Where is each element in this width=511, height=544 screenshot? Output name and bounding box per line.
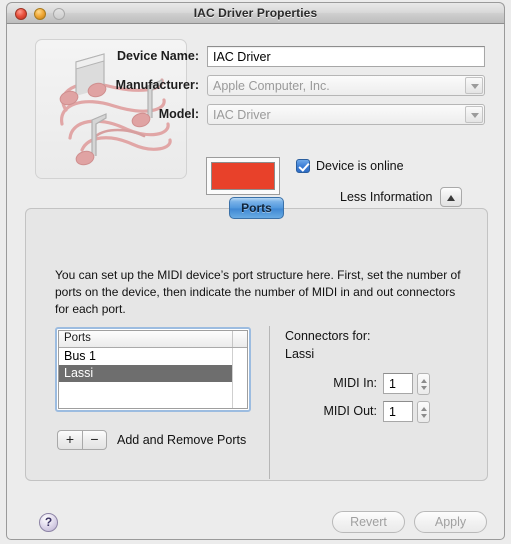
list-scroll-column[interactable] — [232, 348, 247, 408]
connectors-port-name: Lassi — [285, 347, 315, 361]
triangle-up-icon[interactable] — [440, 187, 463, 207]
ports-list[interactable]: Ports Bus 1 Lassi — [55, 327, 251, 412]
midi-in-label: MIDI In: — [333, 376, 377, 390]
chevron-down-icon — [465, 106, 483, 123]
midi-in-input[interactable]: 1 — [383, 373, 413, 394]
model-popup[interactable]: IAC Driver — [207, 104, 485, 125]
revert-button[interactable]: Revert — [332, 511, 405, 533]
model-label-box: Model: — [89, 104, 199, 126]
add-remove-ports-control[interactable]: + − — [57, 430, 107, 450]
ports-column-header: Ports — [64, 332, 91, 344]
midi-in-label-box: MIDI In: — [285, 373, 377, 395]
ports-help-text: You can set up the MIDI device’s port st… — [55, 268, 461, 316]
midi-out-label-box: MIDI Out: — [285, 401, 377, 423]
midi-out-input[interactable]: 1 — [383, 401, 413, 422]
manufacturer-value: Apple Computer, Inc. — [213, 79, 330, 93]
add-remove-ports-label: Add and Remove Ports — [117, 433, 247, 447]
add-port-button[interactable]: + — [57, 430, 82, 450]
iac-driver-properties-window: IAC Driver Properties Device Name: IAC D… — [0, 0, 511, 544]
panel-divider — [269, 326, 270, 479]
manufacturer-label-box: Manufacturer: — [89, 75, 199, 97]
device-online-label: Device is online — [316, 159, 404, 173]
stepper-up-icon[interactable] — [421, 379, 427, 383]
remove-port-button[interactable]: − — [82, 430, 107, 450]
manufacturer-popup[interactable]: Apple Computer, Inc. — [207, 75, 485, 96]
midi-in-stepper[interactable] — [417, 373, 430, 395]
less-information-label: Less Information — [340, 190, 433, 204]
model-value: IAC Driver — [213, 108, 271, 122]
chevron-down-icon — [465, 77, 483, 94]
help-button[interactable]: ? — [39, 513, 58, 532]
midi-out-label: MIDI Out: — [323, 404, 377, 418]
midi-out-stepper[interactable] — [417, 401, 430, 423]
device-color-swatch[interactable] — [206, 157, 280, 195]
tab-ports[interactable]: Ports — [229, 197, 284, 219]
stepper-down-icon[interactable] — [421, 414, 427, 418]
stepper-down-icon[interactable] — [421, 386, 427, 390]
device-online-checkbox-row[interactable]: Device is online — [296, 159, 404, 173]
list-item[interactable]: Lassi — [59, 365, 247, 382]
column-divider — [232, 331, 233, 347]
manufacturer-label: Manufacturer: — [115, 78, 199, 92]
apply-button[interactable]: Apply — [414, 511, 487, 533]
window-titlebar[interactable]: IAC Driver Properties — [6, 2, 505, 24]
device-color-fill — [211, 162, 275, 190]
model-label: Model: — [158, 107, 199, 121]
connectors-title: Connectors for: — [285, 329, 371, 343]
list-item[interactable]: Bus 1 — [59, 348, 247, 365]
device-name-input[interactable]: IAC Driver — [207, 46, 485, 67]
ports-list-inner: Ports Bus 1 Lassi — [58, 330, 248, 409]
ports-list-header[interactable]: Ports — [59, 331, 247, 348]
stepper-up-icon[interactable] — [421, 407, 427, 411]
window-body: Device Name: IAC Driver Manufacturer: Ap… — [6, 24, 505, 540]
window-title: IAC Driver Properties — [193, 6, 318, 20]
checkmark-icon[interactable] — [296, 159, 310, 173]
less-information-row[interactable]: Less Information — [340, 187, 463, 207]
device-name-label: Device Name: — [117, 49, 199, 63]
device-name-label-box: Device Name: — [89, 46, 199, 68]
